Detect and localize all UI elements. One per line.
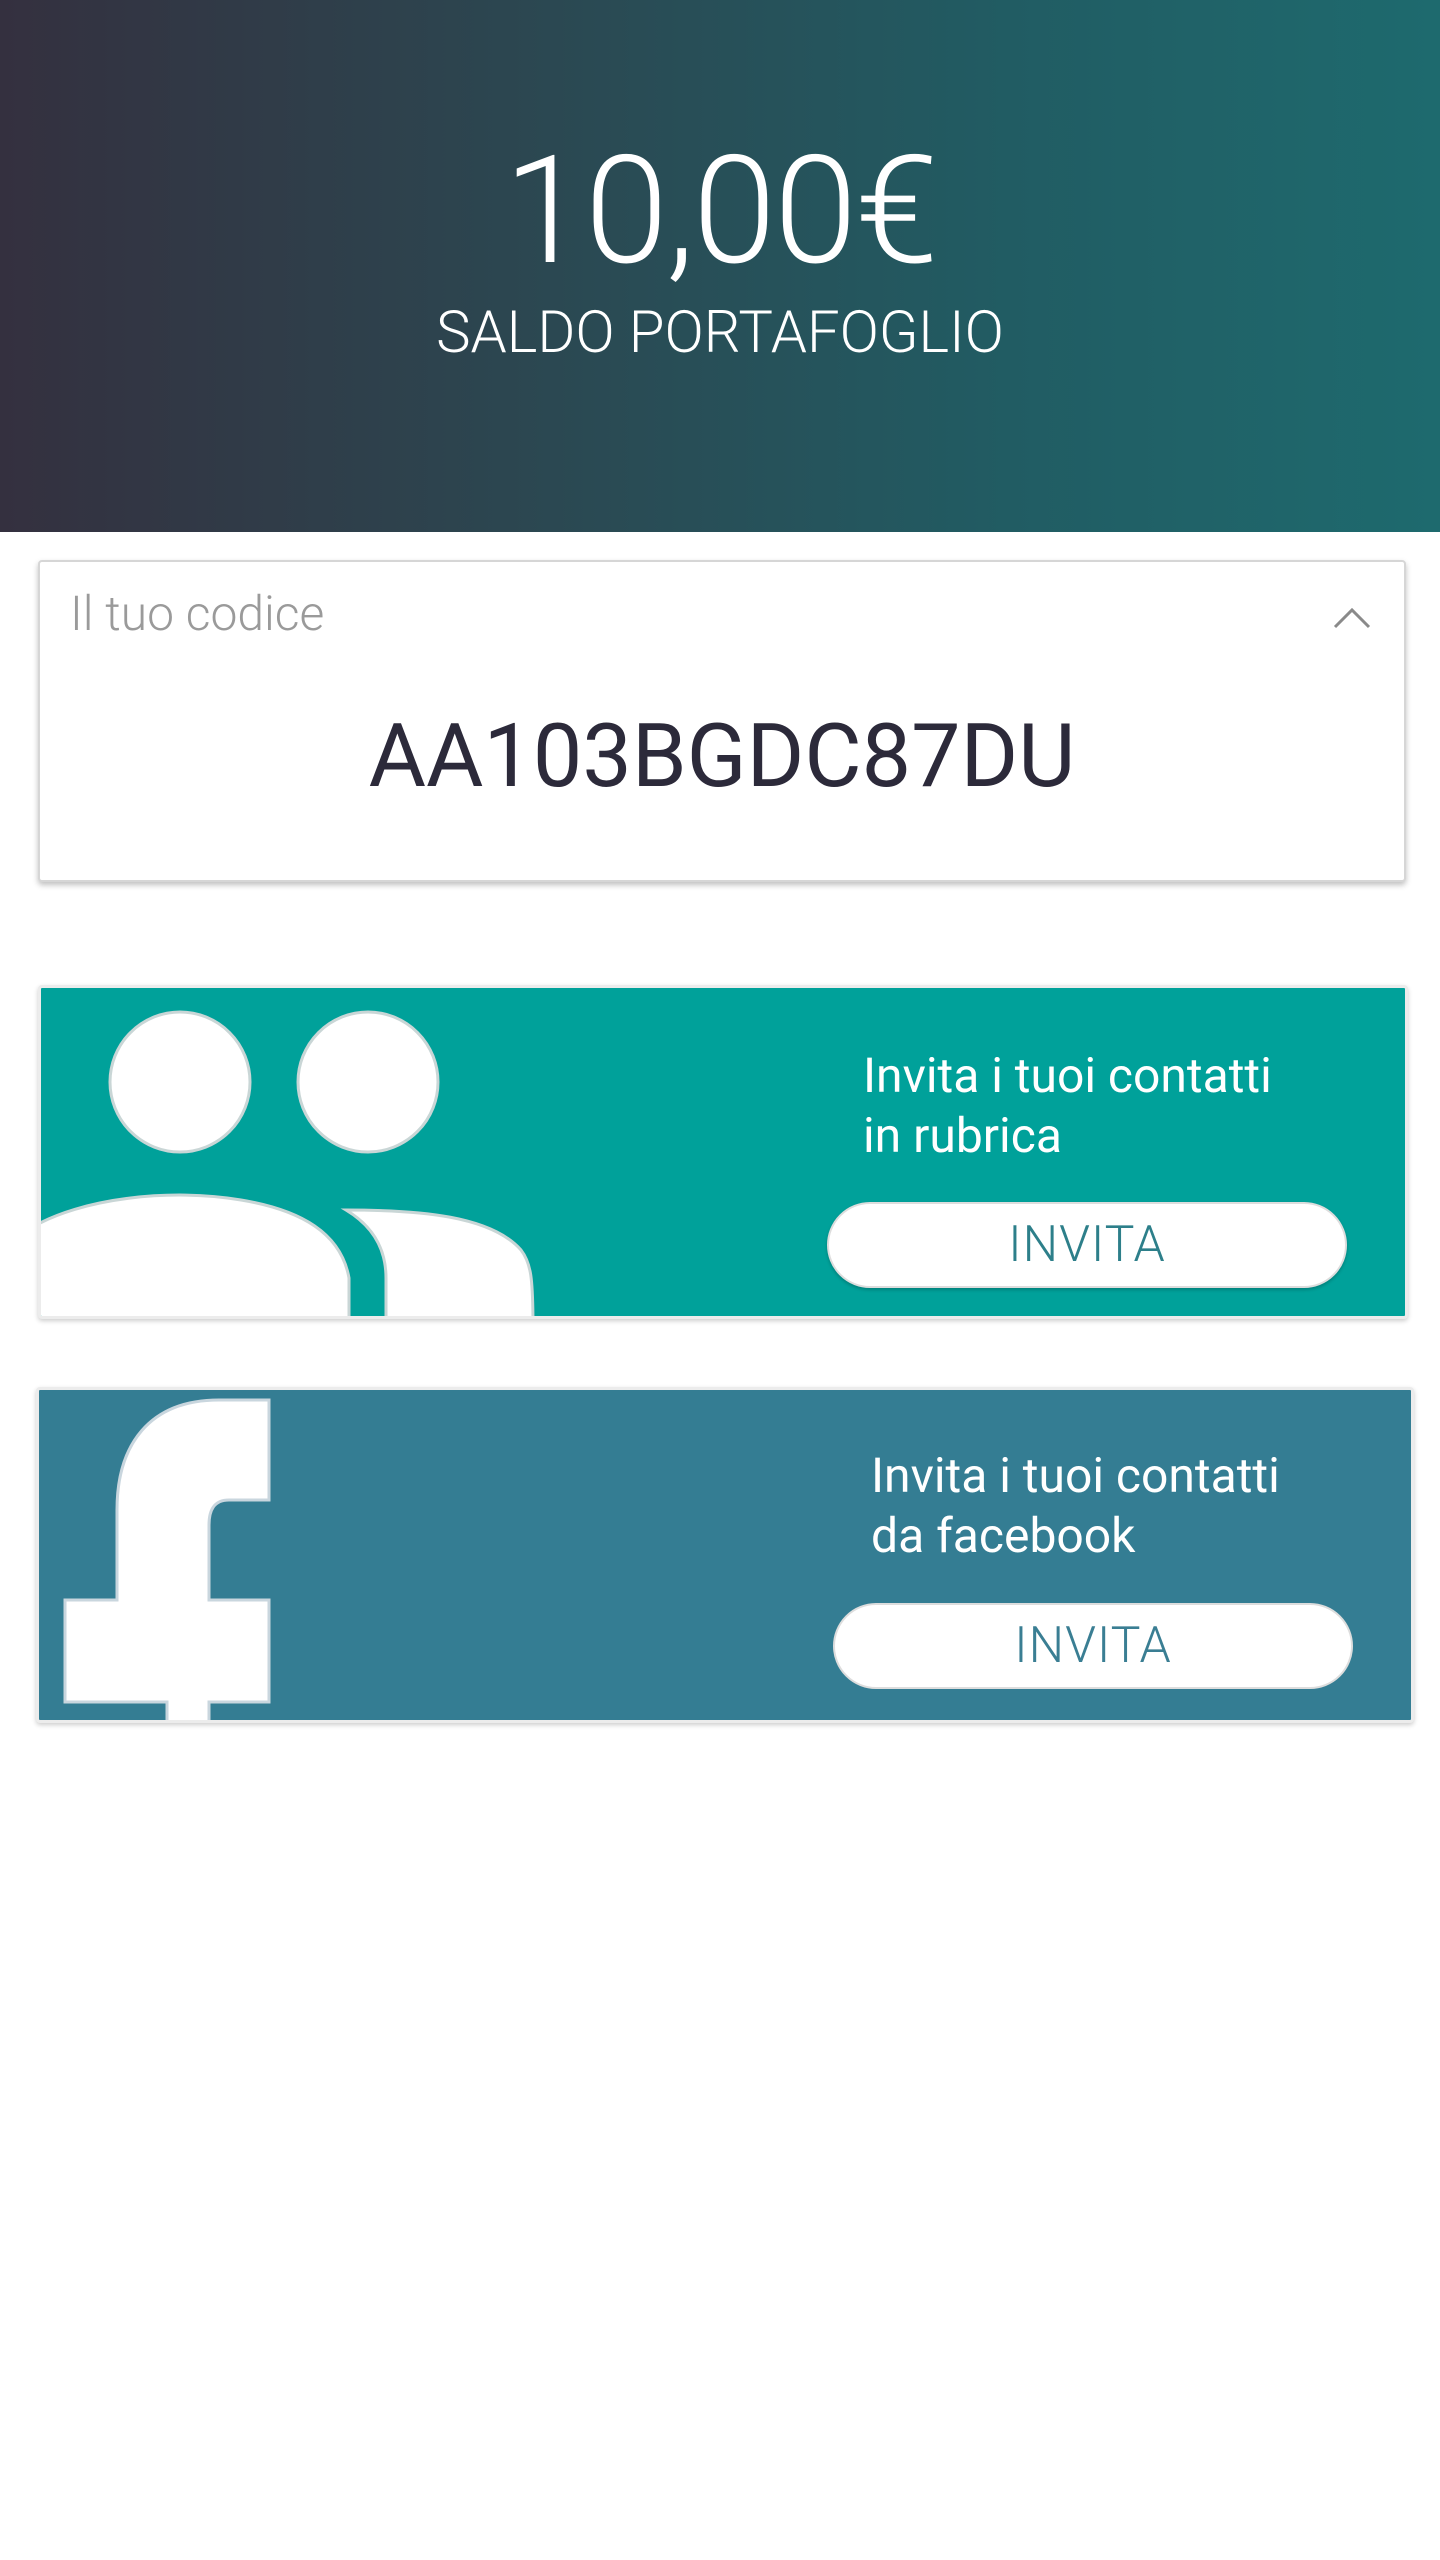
collapse-button[interactable] — [1322, 588, 1382, 648]
invite-facebook-text-line2: da facebook — [871, 1507, 1136, 1564]
invite-facebook-text: Invita i tuoi contatti da facebook — [871, 1446, 1280, 1566]
wallet-balance-amount: 10,00€ — [503, 123, 939, 299]
invite-contacts-text-line1: Invita i tuoi contatti — [863, 1047, 1272, 1104]
invite-contacts-text: Invita i tuoi contatti in rubrica — [863, 1046, 1272, 1166]
referral-code-card: Il tuo codice AA103BGDC87DU — [38, 560, 1406, 882]
people-icon — [41, 1010, 535, 1316]
invite-contacts-button[interactable]: INVITA — [827, 1202, 1347, 1288]
chevron-up-icon — [1333, 607, 1371, 629]
invite-contacts-card: Invita i tuoi contatti in rubrica INVITA — [38, 985, 1408, 1319]
referral-code-title: Il tuo codice — [70, 585, 325, 642]
wallet-header: 10,00€ SALDO PORTAFOGLIO — [0, 0, 1440, 532]
referral-code-value: AA103BGDC87DU — [368, 705, 1076, 808]
wallet-balance-label: SALDO PORTAFOGLIO — [436, 299, 1004, 367]
invite-facebook-card: Invita i tuoi contatti da facebook INVIT… — [36, 1387, 1414, 1723]
invite-contacts-text-line2: in rubrica — [863, 1107, 1062, 1164]
invite-facebook-button[interactable]: INVITA — [833, 1603, 1353, 1689]
facebook-icon — [63, 1398, 271, 1720]
invite-facebook-text-line1: Invita i tuoi contatti — [871, 1447, 1280, 1504]
